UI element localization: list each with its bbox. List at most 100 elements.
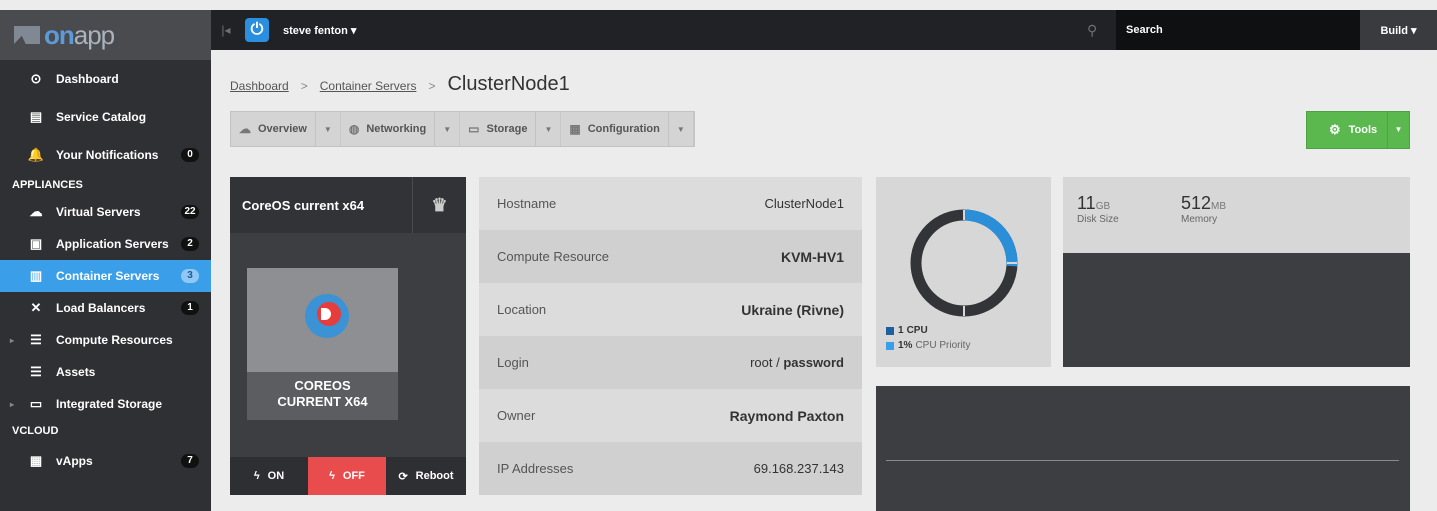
refresh-icon: ⟳ xyxy=(398,470,408,483)
logo-text-app: app xyxy=(73,19,115,50)
vm-card-header: CoreOS current x64 ♛ xyxy=(230,177,466,233)
tools-button[interactable]: ⚙ Tools ▼ xyxy=(1306,111,1410,149)
search-input[interactable]: Search xyxy=(1116,10,1360,50)
detail-label: Login xyxy=(497,355,529,370)
tab-networking[interactable]: ◍ Networking ▼ xyxy=(341,112,461,146)
gear-icon: ⚙ xyxy=(1329,122,1341,137)
dashboard-icon: ⊙ xyxy=(30,71,42,86)
power-off-button[interactable]: ϟ OFF xyxy=(308,457,386,495)
cpu-priority-label: CPU Priority xyxy=(915,340,971,351)
login-user: root / xyxy=(750,355,784,370)
detail-label: Owner xyxy=(497,408,536,423)
sidebar-item-container-servers[interactable]: ▥ Container Servers 3 xyxy=(0,260,211,292)
detail-value: ClusterNode1 xyxy=(764,196,845,211)
login-password[interactable]: password xyxy=(783,355,844,370)
sidebar-item-service-catalog[interactable]: ▤ Service Catalog xyxy=(0,98,211,136)
expand-arrow-icon[interactable]: ▸ xyxy=(10,336,14,345)
cpu-card: 1 CPU 1% CPU Priority xyxy=(876,177,1051,367)
sidebar-item-assets[interactable]: ☰ Assets xyxy=(0,356,211,388)
disk-size-value: 11 xyxy=(1077,193,1096,213)
memory-label: Memory xyxy=(1181,214,1218,225)
build-button[interactable]: Build ▾ xyxy=(1360,10,1437,50)
chevron-down-icon[interactable]: ▼ xyxy=(434,112,451,146)
reboot-button[interactable]: ⟳ Reboot xyxy=(386,457,466,495)
breadcrumb-separator: > xyxy=(300,79,308,93)
count-badge: 3 xyxy=(181,269,199,283)
detail-row-compute-resource: Compute Resource KVM-HV1 xyxy=(479,230,862,283)
cpu-label: CPU xyxy=(906,325,928,336)
memory-value: 512 xyxy=(1181,193,1212,213)
chevron-down-icon[interactable]: ▼ xyxy=(314,112,332,146)
sidebar-item-label: Dashboard xyxy=(56,72,119,86)
count-badge: 2 xyxy=(181,237,199,251)
vm-power-actions: ϟ ON ϟ OFF ⟳ Reboot xyxy=(230,457,466,495)
tab-storage[interactable]: ▭ Storage ▼ xyxy=(460,112,562,146)
breadcrumb-container-servers[interactable]: Container Servers xyxy=(320,79,417,93)
sidebar-item-virtual-servers[interactable]: ☁ Virtual Servers 22 xyxy=(0,196,211,228)
cloud-icon: ☁ xyxy=(239,122,251,136)
breadcrumb-separator: > xyxy=(428,79,436,93)
bolt-icon: ϟ xyxy=(253,470,260,482)
tab-bar: ☁ Overview ▼ ◍ Networking ▼ ▭ Storage ▼ … xyxy=(230,111,695,147)
sidebar-item-label: Virtual Servers xyxy=(56,205,141,219)
sidebar-item-label: Load Balancers xyxy=(56,301,146,315)
chevron-down-icon[interactable]: ▼ xyxy=(1387,112,1409,148)
sidebar-item-load-balancers[interactable]: ✕ Load Balancers 1 xyxy=(0,292,211,324)
detail-value[interactable]: KVM-HV1 xyxy=(781,249,844,265)
detail-row-ip-addresses: IP Addresses 69.168.237.143 xyxy=(479,442,862,495)
detail-label: Location xyxy=(497,302,547,317)
on-label: ON xyxy=(267,470,285,482)
user-menu[interactable]: steve fenton ▾ xyxy=(283,24,356,37)
chevron-down-icon[interactable]: ▼ xyxy=(667,112,685,146)
disk-memory-summary: 11GB Disk Size 512MB Memory xyxy=(1063,177,1410,253)
count-badge: 7 xyxy=(181,454,199,468)
power-icon[interactable]: ⏻ xyxy=(245,18,269,42)
onapp-logo-icon xyxy=(14,26,40,44)
notifications-badge: 0 xyxy=(181,148,199,162)
sidebar-item-label: Assets xyxy=(56,365,96,379)
search-icon[interactable]: ⚲ xyxy=(1087,22,1097,39)
detail-value: Ukraine (Rivne) xyxy=(741,301,844,318)
crown-icon[interactable]: ♛ xyxy=(412,177,466,233)
logo[interactable]: onapp xyxy=(0,10,211,60)
detail-row-owner: Owner Raymond Paxton xyxy=(479,389,862,442)
memory-unit: MB xyxy=(1211,201,1227,212)
sidebar-item-application-servers[interactable]: ▣ Application Servers 2 xyxy=(0,228,211,260)
bolt-icon: ϟ xyxy=(329,470,335,482)
sidebar-item-vapps[interactable]: ▦ vApps 7 xyxy=(0,442,211,480)
grid-icon: ▦ xyxy=(569,122,581,136)
section-appliances: APPLIANCES xyxy=(12,179,83,191)
tab-label: Networking xyxy=(366,123,427,135)
tab-overview[interactable]: ☁ Overview ▼ xyxy=(231,112,341,146)
breadcrumb-dashboard[interactable]: Dashboard xyxy=(230,79,289,93)
storage-icon: ▭ xyxy=(29,396,43,411)
cloud-icon: ☁ xyxy=(29,204,43,219)
sidebar-item-notifications[interactable]: 🔔 Your Notifications 0 xyxy=(0,136,211,174)
container-icon: ▥ xyxy=(29,268,43,283)
off-label: OFF xyxy=(342,470,365,482)
breadcrumb: Dashboard > Container Servers > ClusterN… xyxy=(230,73,570,96)
detail-value: root / password xyxy=(750,355,844,370)
sidebar: onapp ⊙ Dashboard ▤ Service Catalog 🔔 Yo… xyxy=(0,10,211,511)
caret-down-icon: ▾ xyxy=(350,24,357,37)
detail-value[interactable]: Raymond Paxton xyxy=(730,408,844,424)
detail-row-login: Login root / password xyxy=(479,336,862,389)
chevron-down-icon[interactable]: ▼ xyxy=(535,112,552,146)
sidebar-item-dashboard[interactable]: ⊙ Dashboard xyxy=(0,60,211,98)
sidebar-item-integrated-storage[interactable]: ▸ ▭ Integrated Storage xyxy=(0,388,211,420)
collapse-sidebar-icon[interactable]: |◂ xyxy=(211,23,241,37)
sidebar-item-compute-resources[interactable]: ▸ ☰ Compute Resources xyxy=(0,324,211,356)
tab-configuration[interactable]: ▦ Configuration ▼ xyxy=(561,112,694,146)
vm-template-caption: COREOS CURRENT X64 xyxy=(247,372,398,420)
hdd-icon: ▭ xyxy=(468,122,480,136)
caption-line: COREOS xyxy=(294,378,351,393)
vapps-icon: ▦ xyxy=(29,453,43,468)
expand-arrow-icon[interactable]: ▸ xyxy=(10,400,14,409)
legend-cpu: 1 CPU xyxy=(886,325,970,336)
sidebar-item-label: vApps xyxy=(56,454,93,468)
power-on-button[interactable]: ϟ ON xyxy=(230,457,308,495)
detail-label: IP Addresses xyxy=(497,461,574,476)
disk-size-metric: 11GB Disk Size xyxy=(1077,193,1119,225)
sidebar-item-label: Compute Resources xyxy=(56,333,173,347)
top-bar: |◂ ⏻ steve fenton ▾ ⚲ Search Build ▾ xyxy=(211,10,1437,50)
